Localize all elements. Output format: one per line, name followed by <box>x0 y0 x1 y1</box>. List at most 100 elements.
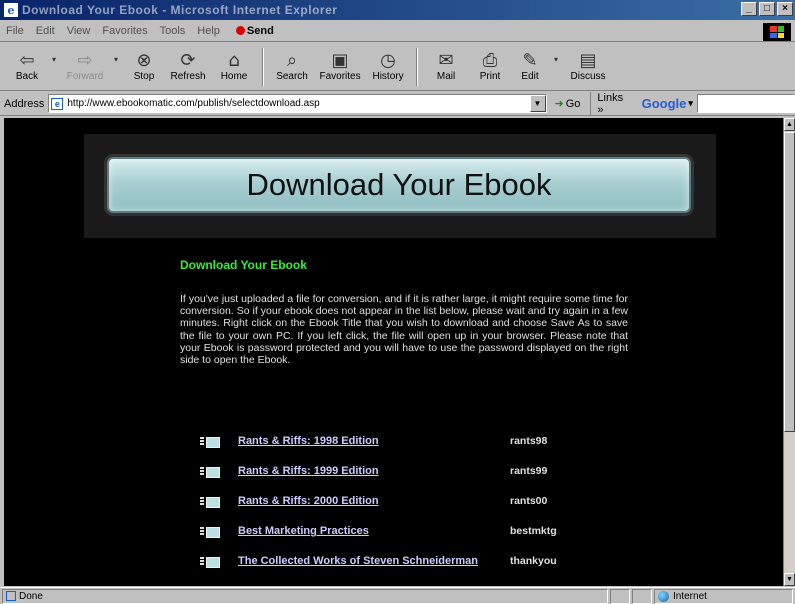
page-banner: Download Your Ebook <box>107 157 691 213</box>
search-label: Search <box>276 71 308 82</box>
scroll-thumb[interactable] <box>784 132 795 432</box>
search-button[interactable]: ⌕ Search <box>270 45 314 89</box>
menu-file[interactable]: File <box>6 25 24 37</box>
send-icon <box>235 26 245 35</box>
stop-icon: ⊗ <box>136 50 152 71</box>
discuss-label: Discuss <box>570 71 606 82</box>
stop-label: Stop <box>133 71 155 82</box>
ebook-password: rants00 <box>510 495 548 507</box>
ebook-icon <box>200 526 220 538</box>
edit-dropdown-icon[interactable]: ▾ <box>554 55 558 64</box>
ebook-link[interactable]: Best Marketing Practices <box>238 525 510 537</box>
print-label: Print <box>479 71 501 82</box>
minimize-button[interactable]: _ <box>741 2 757 16</box>
history-button[interactable]: ◷ History <box>366 45 410 89</box>
toolbar-separator <box>416 47 419 86</box>
forward-arrow-icon: ⇨ <box>77 50 93 71</box>
banner-title: Download Your Ebook <box>246 167 552 202</box>
favorites-button[interactable]: ▣ Favorites <box>314 45 366 89</box>
toolbar: ⇦ Back ▾ ⇨ Forward ▾ ⊗ Stop ⟳ Refresh ⌂ … <box>0 43 795 91</box>
maximize-button[interactable]: □ <box>759 2 775 16</box>
print-icon: ⎙ <box>482 50 498 71</box>
menu-view[interactable]: View <box>67 25 91 37</box>
back-button[interactable]: ⇦ Back <box>8 45 46 89</box>
google-toolbar-button[interactable]: Google ▾ <box>642 96 693 111</box>
ebook-link[interactable]: Rants & Riffs: 1998 Edition <box>238 435 510 447</box>
page-icon: e <box>51 97 64 110</box>
menu-tools[interactable]: Tools <box>160 25 186 37</box>
home-label: Home <box>220 71 248 82</box>
stop-button[interactable]: ⊗ Stop <box>124 45 164 89</box>
google-dropdown-icon: ▾ <box>688 98 693 108</box>
toolbar-separator <box>262 47 265 86</box>
favorites-label: Favorites <box>319 71 361 82</box>
favorites-folder-icon: ▣ <box>331 50 349 71</box>
section-title: Download Your Ebook <box>180 258 307 272</box>
ebook-password: thankyou <box>510 555 557 567</box>
ie-logo-icon: e <box>4 3 18 17</box>
refresh-button[interactable]: ⟳ Refresh <box>164 45 212 89</box>
ebook-icon <box>200 436 220 448</box>
scroll-down-icon[interactable]: ▼ <box>784 573 795 586</box>
status-text-cell: Done <box>2 588 608 604</box>
discuss-button[interactable]: ▤ Discuss <box>564 45 612 89</box>
list-item: The Collected Works of Steven Schneiderm… <box>200 546 620 576</box>
back-arrow-icon: ⇦ <box>19 50 35 71</box>
menu-favorites[interactable]: Favorites <box>102 25 147 37</box>
go-label: Go <box>565 97 581 110</box>
mail-label: Mail <box>436 71 456 82</box>
forward-dropdown-icon[interactable]: ▾ <box>114 55 118 64</box>
intro-paragraph: If you've just uploaded a file for conve… <box>180 293 628 367</box>
close-button[interactable]: × <box>777 2 793 16</box>
ebook-link[interactable]: Rants & Riffs: 1999 Edition <box>238 465 510 477</box>
zone-label: Internet <box>673 590 707 602</box>
address-input[interactable]: e http://www.ebookomatic.com/publish/sel… <box>48 94 547 113</box>
scroll-up-icon[interactable]: ▲ <box>784 118 795 131</box>
status-cell <box>610 588 630 604</box>
mail-icon: ✉ <box>438 50 454 71</box>
status-bar: Done Internet <box>0 587 795 604</box>
list-item: Rants & Riffs: 1998 Edition rants98 <box>200 426 620 456</box>
edit-page-icon: ✎ <box>522 50 538 71</box>
google-logo: Google <box>641 96 687 111</box>
back-dropdown-icon[interactable]: ▾ <box>52 55 56 64</box>
list-item: Rants & Riffs: 2000 Edition rants00 <box>200 486 620 516</box>
back-label: Back <box>15 71 39 82</box>
edit-button[interactable]: ✎ Edit <box>512 45 548 89</box>
window-title: Download Your Ebook - Microsoft Internet… <box>22 3 338 17</box>
google-search-input[interactable] <box>696 94 795 113</box>
address-label: Address <box>4 97 45 110</box>
address-bar: Address e http://www.ebookomatic.com/pub… <box>0 91 795 116</box>
security-zone: Internet <box>654 588 793 604</box>
ebook-password: rants98 <box>510 435 548 447</box>
vertical-scrollbar[interactable]: ▲ ▼ <box>783 118 795 586</box>
ebook-link[interactable]: Rants & Riffs: 2000 Edition <box>238 495 510 507</box>
ebook-password: rants99 <box>510 465 548 477</box>
mail-button[interactable]: ✉ Mail <box>424 45 468 89</box>
edit-label: Edit <box>521 71 539 82</box>
status-cell <box>632 588 652 604</box>
go-button[interactable]: ➜ Go <box>555 97 581 111</box>
history-icon: ◷ <box>380 50 396 71</box>
menu-help[interactable]: Help <box>197 25 220 37</box>
list-item: Rants & Riffs: 1999 Edition rants99 <box>200 456 620 486</box>
forward-label: Forward <box>66 71 104 82</box>
ebook-icon <box>200 496 220 508</box>
send-button[interactable]: Send <box>235 24 274 37</box>
links-button[interactable]: Links » <box>590 91 631 116</box>
window-titlebar: e Download Your Ebook - Microsoft Intern… <box>0 0 795 20</box>
list-item: Best Marketing Practices bestmktg <box>200 516 620 546</box>
send-label: Send <box>246 24 274 37</box>
home-button[interactable]: ⌂ Home <box>212 45 256 89</box>
print-button[interactable]: ⎙ Print <box>468 45 512 89</box>
refresh-label: Refresh <box>170 71 206 82</box>
address-dropdown-icon[interactable]: ▼ <box>529 95 546 112</box>
ebook-link[interactable]: The Collected Works of Steven Schneiderm… <box>238 555 510 567</box>
internet-globe-icon <box>658 590 669 602</box>
address-url: http://www.ebookomatic.com/publish/selec… <box>67 98 320 109</box>
history-label: History <box>372 71 404 82</box>
window-controls: _ □ × <box>741 2 793 16</box>
search-icon: ⌕ <box>286 50 298 71</box>
forward-button[interactable]: ⇨ Forward <box>62 45 108 89</box>
menu-edit[interactable]: Edit <box>36 25 55 37</box>
